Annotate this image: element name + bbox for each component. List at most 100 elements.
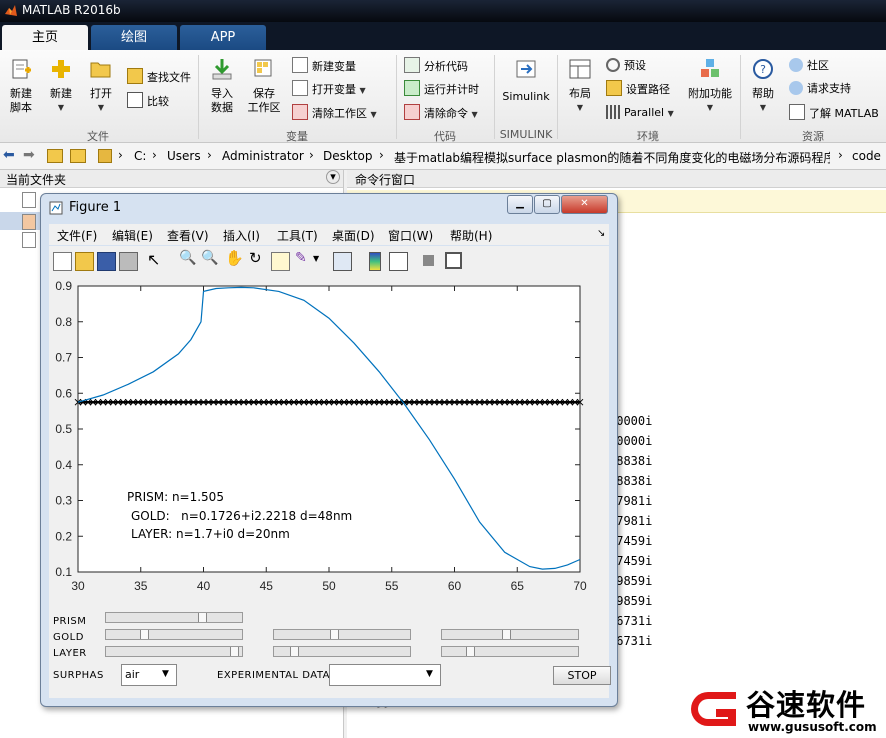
menu-tools[interactable]: 工具(T) bbox=[277, 227, 318, 244]
open-file-icon[interactable] bbox=[75, 252, 94, 271]
label: 打开变量 bbox=[312, 83, 356, 96]
brush-icon[interactable]: ✎ bbox=[295, 250, 307, 266]
new-script-button[interactable]: 新建 脚本 bbox=[4, 58, 38, 115]
tab-plots[interactable]: 绘图 bbox=[91, 25, 177, 50]
panel-options-icon[interactable]: ▾ bbox=[326, 170, 340, 184]
preferences-button[interactable]: 预设 bbox=[606, 57, 646, 75]
gold-thickness-slider[interactable] bbox=[441, 629, 579, 640]
gold-imag-slider[interactable] bbox=[273, 629, 411, 640]
dropdown-arrow-icon: ▼ bbox=[576, 103, 584, 112]
menu-insert[interactable]: 插入(I) bbox=[223, 227, 260, 244]
layer-thickness-slider[interactable] bbox=[441, 646, 579, 657]
layer-index-slider[interactable] bbox=[105, 646, 243, 657]
help-icon: ? bbox=[753, 59, 773, 79]
legend-icon[interactable] bbox=[389, 252, 408, 271]
label: 请求支持 bbox=[807, 82, 851, 95]
clear-workspace-button[interactable]: 清除工作区 ▼ bbox=[292, 104, 377, 122]
up-folder-icon[interactable] bbox=[47, 149, 63, 163]
new-button[interactable]: 新建 ▼ bbox=[44, 58, 78, 115]
tab-apps[interactable]: APP bbox=[180, 25, 266, 50]
breadcrumb-desktop[interactable]: Desktop bbox=[323, 149, 373, 163]
close-button[interactable]: ✕ bbox=[561, 195, 608, 214]
menu-dock-icon[interactable]: ↘ bbox=[597, 228, 605, 239]
window-title: MATLAB R2016b bbox=[22, 3, 121, 17]
clear-commands-button[interactable]: 清除命令 ▼ bbox=[404, 104, 478, 122]
add-ons-button[interactable]: 附加功能 ▼ bbox=[686, 58, 734, 115]
menu-window[interactable]: 窗口(W) bbox=[388, 227, 433, 244]
prism-index-slider[interactable] bbox=[105, 612, 243, 623]
surphase-select[interactable]: air ▼ bbox=[121, 664, 177, 686]
panel-header: 当前文件夹 ▾ bbox=[0, 170, 343, 188]
experimental-data-select[interactable]: ▼ bbox=[329, 664, 441, 686]
new-figure-icon[interactable] bbox=[53, 252, 72, 271]
set-path-button[interactable]: 设置路径 bbox=[606, 80, 670, 98]
breadcrumb-code[interactable]: code bbox=[852, 149, 881, 163]
plot-axes[interactable]: 30 35 40 45 50 55 60 65 70 0.1 0.2 0.3 0.4 0.5 0.6 0.7 0… bbox=[49, 274, 609, 594]
y-tick-label: 0.9 bbox=[55, 279, 72, 293]
simulink-icon bbox=[516, 60, 536, 78]
open-variable-icon bbox=[292, 80, 308, 96]
browse-folder-icon[interactable] bbox=[70, 149, 86, 163]
breadcrumb-drive[interactable]: C: bbox=[134, 149, 146, 163]
help-button[interactable]: ? 帮助 ▼ bbox=[748, 58, 778, 115]
zoom-in-icon[interactable]: 🔍 bbox=[179, 250, 196, 266]
breadcrumb-separator: › bbox=[309, 148, 314, 162]
learn-matlab-button[interactable]: 了解 MATLAB bbox=[789, 104, 879, 122]
dropdown-arrow-icon: ▼ bbox=[471, 110, 478, 119]
menu-view[interactable]: 查看(V) bbox=[167, 227, 209, 244]
zoom-out-icon[interactable]: 🔍 bbox=[201, 250, 218, 266]
divider bbox=[494, 55, 495, 139]
community-button[interactable]: 社区 bbox=[789, 57, 829, 75]
label: 分析代码 bbox=[424, 60, 468, 73]
folder-icon bbox=[98, 149, 112, 163]
save-figure-icon[interactable] bbox=[97, 252, 116, 271]
learn-icon bbox=[789, 104, 805, 120]
file-icon[interactable] bbox=[22, 192, 36, 208]
colorbar-icon[interactable] bbox=[369, 252, 381, 271]
layer-imag-slider[interactable] bbox=[273, 646, 411, 657]
parallel-button[interactable]: Parallel ▼ bbox=[606, 104, 674, 122]
minimize-button[interactable]: ▁ bbox=[507, 195, 533, 214]
gold-real-slider[interactable] bbox=[105, 629, 243, 640]
save-workspace-button[interactable]: 保存 工作区 bbox=[244, 58, 284, 115]
data-cursor-icon[interactable] bbox=[271, 252, 290, 271]
breadcrumb-administrator[interactable]: Administrator bbox=[222, 149, 304, 163]
breadcrumb-users[interactable]: Users bbox=[167, 149, 201, 163]
menu-desktop[interactable]: 桌面(D) bbox=[332, 227, 375, 244]
maximize-button[interactable]: ▢ bbox=[534, 195, 560, 214]
stop-button[interactable]: STOP bbox=[553, 666, 611, 685]
pan-hand-icon[interactable]: ✋ bbox=[225, 249, 244, 267]
open-button[interactable]: 打开 ▼ bbox=[84, 58, 118, 115]
simulink-button[interactable]: Simulink bbox=[500, 58, 552, 104]
find-files-icon bbox=[127, 68, 143, 84]
file-icon[interactable] bbox=[22, 232, 36, 248]
clear-workspace-icon bbox=[292, 104, 308, 120]
import-data-button[interactable]: 导入 数据 bbox=[204, 58, 240, 115]
find-files-button[interactable]: 查找文件 bbox=[127, 68, 191, 86]
show-plot-tools-icon[interactable] bbox=[445, 252, 462, 269]
menu-file[interactable]: 文件(F) bbox=[57, 227, 97, 244]
figure-window[interactable]: Figure 1 ▁ ▢ ✕ 文件(F) 编辑(E) 查看(V) 插入(I) 工… bbox=[40, 193, 618, 707]
hide-plot-tools-icon[interactable] bbox=[423, 255, 434, 266]
dropdown-arrow-icon: ▼ bbox=[370, 110, 377, 119]
layout-button[interactable]: 布局 ▼ bbox=[564, 58, 596, 115]
print-icon[interactable] bbox=[119, 252, 138, 271]
forward-arrow-icon[interactable]: ➡ bbox=[23, 147, 35, 163]
dropdown-arrow-icon[interactable]: ▼ bbox=[313, 254, 319, 263]
back-arrow-icon[interactable]: ⬅ bbox=[3, 147, 15, 163]
menu-help[interactable]: 帮助(H) bbox=[450, 227, 492, 244]
compare-button[interactable]: 比较 bbox=[127, 92, 169, 110]
run-and-time-button[interactable]: 运行并计时 bbox=[404, 80, 479, 98]
tab-home[interactable]: 主页 bbox=[2, 25, 88, 50]
group-label-simulink: SIMULINK bbox=[499, 128, 553, 141]
breadcrumb-project-folder[interactable]: 基于matlab编程模拟surface plasmon的随着不同角度变化的电磁场… bbox=[394, 149, 830, 166]
compare-icon bbox=[127, 92, 143, 108]
menu-edit[interactable]: 编辑(E) bbox=[112, 227, 153, 244]
open-variable-button[interactable]: 打开变量 ▼ bbox=[292, 80, 366, 98]
rotate-3d-icon[interactable]: ↻ bbox=[249, 249, 262, 267]
new-variable-button[interactable]: 新建变量 bbox=[292, 57, 356, 75]
analyze-code-button[interactable]: 分析代码 bbox=[404, 57, 468, 75]
pointer-icon[interactable]: ↖ bbox=[147, 250, 160, 269]
link-plot-icon[interactable] bbox=[333, 252, 352, 271]
request-support-button[interactable]: 请求支持 bbox=[789, 80, 851, 98]
